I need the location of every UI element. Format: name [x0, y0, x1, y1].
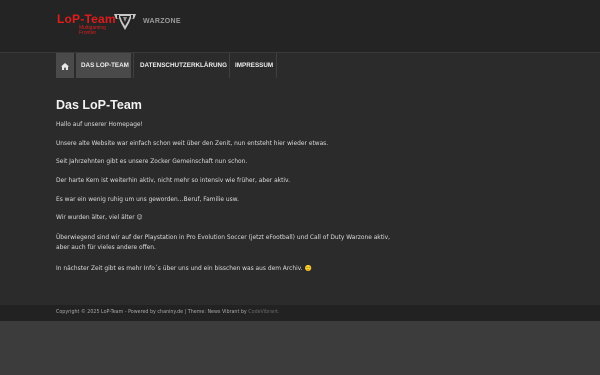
footer-copyright: Copyright © 2025 LoP-Team - Powered by c… — [56, 305, 279, 321]
nav-home[interactable] — [56, 53, 74, 79]
nav-divider — [276, 53, 277, 79]
main-content: Das LoP-Team Hallo auf unserer Homepage!… — [0, 78, 600, 305]
nav-item-datenschutz[interactable]: Datenschutzerklärung — [139, 53, 227, 79]
paragraph: Es war ein wenig ruhig um uns geworden…B… — [56, 197, 239, 203]
warzone-logo: WARZONE — [143, 18, 181, 25]
footer-theme-link[interactable]: CodeVibrant. — [248, 310, 279, 315]
paragraph: Unsere alte Website war einfach schon we… — [56, 141, 329, 147]
logo-title: LoP-Team — [57, 12, 116, 26]
main-navigation: Das LoP-Team Datenschutzerklärung Impres… — [0, 52, 600, 79]
site-logo[interactable]: LoP-Team Multigaming Frontier WARZONE — [57, 12, 197, 36]
nav-divider — [229, 53, 230, 79]
paragraph: Seit Jahrzehnten gibt es unsere Zocker G… — [56, 159, 248, 165]
paragraph: Hallo auf unserer Homepage! — [56, 122, 143, 128]
logo-subtitle: Multigaming Frontier — [79, 26, 106, 36]
site-footer: Copyright © 2025 LoP-Team - Powered by c… — [0, 305, 600, 321]
team-emblem-icon — [114, 14, 136, 30]
paragraph: Wir wurden älter, viel älter 😉 — [56, 215, 143, 221]
nav-item-das-lop-team[interactable]: Das LoP-Team — [76, 53, 131, 79]
page: LoP-Team Multigaming Frontier WARZONE Da… — [0, 0, 600, 375]
nav-item-impressum[interactable]: Impressum — [235, 53, 275, 79]
paragraph: In nächster Zeit gibt es mehr Info´s übe… — [56, 266, 312, 272]
paragraph: aber auch für vieles andere offen. — [56, 245, 156, 251]
site-header: LoP-Team Multigaming Frontier WARZONE — [0, 0, 600, 52]
page-title: Das LoP-Team — [56, 98, 142, 112]
footer-text: Copyright © 2025 LoP-Team - Powered by c… — [56, 310, 249, 315]
home-icon — [61, 62, 69, 70]
nav-divider — [133, 53, 134, 79]
logo-subtitle-line: Frontier — [79, 30, 97, 36]
paragraph: Der harte Kern ist weiterhin aktiv, nich… — [56, 178, 290, 184]
